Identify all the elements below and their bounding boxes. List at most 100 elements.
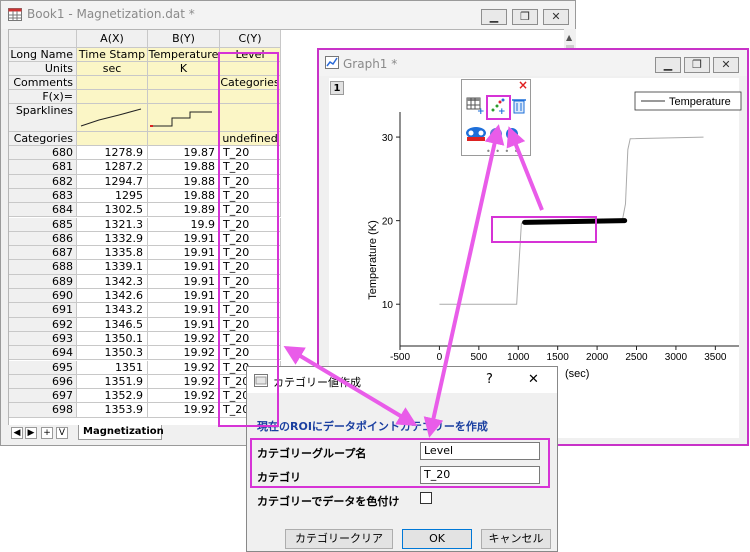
table-cell-a[interactable]: 1342.3: [77, 274, 148, 289]
row-number[interactable]: 691: [9, 303, 77, 318]
table-cell-b[interactable]: 19.88: [148, 160, 220, 175]
table-cell-a[interactable]: 1343.2: [77, 303, 148, 318]
table-cell-a[interactable]: 1339.1: [77, 260, 148, 275]
help-button[interactable]: ?: [486, 372, 493, 387]
scroll-up-icon[interactable]: ▲: [566, 33, 572, 42]
row-label-comments[interactable]: Comments: [9, 76, 77, 90]
meta-categories-b[interactable]: [148, 132, 220, 146]
row-number[interactable]: 686: [9, 231, 77, 247]
table-cell-b[interactable]: 19.91: [148, 289, 220, 304]
row-number[interactable]: 680: [9, 146, 77, 161]
row-number[interactable]: 688: [9, 260, 77, 275]
table-cell-a[interactable]: 1351: [77, 360, 148, 375]
table-cell-b[interactable]: 19.91: [148, 317, 220, 332]
table-cell-b[interactable]: 19.92: [148, 331, 220, 347]
tab-first-icon[interactable]: ◀: [11, 427, 23, 439]
workbook-titlebar[interactable]: Book1 - Magnetization.dat * ▁ ❐ ✕: [1, 1, 575, 29]
meta-long-name-a[interactable]: Time Stamp: [77, 48, 148, 62]
row-number[interactable]: 696: [9, 374, 77, 390]
row-number[interactable]: 683: [9, 188, 77, 204]
table-cell-a[interactable]: 1346.5: [77, 317, 148, 332]
row-number[interactable]: 692: [9, 317, 77, 332]
table-cell-b[interactable]: 19.88: [148, 188, 220, 204]
table-cell-b[interactable]: 19.92: [148, 346, 220, 361]
table-cell-b[interactable]: 19.9: [148, 217, 220, 232]
table-cell-a[interactable]: 1352.9: [77, 389, 148, 404]
clear-category-button[interactable]: カテゴリークリア: [285, 529, 393, 549]
tab-magnetization[interactable]: Magnetization: [78, 425, 164, 440]
meta-comments-b[interactable]: [148, 76, 220, 90]
table-cell-b[interactable]: 19.92: [148, 389, 220, 404]
table-add-icon[interactable]: +: [466, 97, 484, 115]
tab-prev-icon[interactable]: ▶: [25, 427, 37, 439]
row-number[interactable]: 682: [9, 174, 77, 189]
close-button[interactable]: ✕: [543, 9, 569, 25]
settings-icon[interactable]: [488, 125, 528, 143]
row-label-units[interactable]: Units: [9, 62, 77, 76]
table-cell-b[interactable]: 19.91: [148, 246, 220, 261]
table-cell-a[interactable]: 1350.1: [77, 331, 148, 347]
table-cell-b[interactable]: 19.91: [148, 231, 220, 247]
table-cell-a[interactable]: 1321.3: [77, 217, 148, 232]
tab-list-icon[interactable]: V: [56, 427, 68, 439]
table-cell-b[interactable]: 19.92: [148, 360, 220, 375]
delete-icon[interactable]: [511, 97, 527, 115]
toolbar-close-icon[interactable]: ×: [518, 78, 528, 92]
table-cell-a[interactable]: 1295: [77, 188, 148, 204]
row-number[interactable]: 689: [9, 274, 77, 289]
cancel-button[interactable]: キャンセル: [481, 529, 551, 549]
row-number[interactable]: 685: [9, 217, 77, 232]
table-cell-a[interactable]: 1342.6: [77, 289, 148, 304]
row-label-categories[interactable]: Categories: [9, 132, 77, 146]
row-number[interactable]: 684: [9, 203, 77, 218]
row-number[interactable]: 694: [9, 346, 77, 361]
row-number[interactable]: 687: [9, 246, 77, 261]
meta-sparklines-a[interactable]: [77, 104, 148, 132]
column-header-b[interactable]: B(Y): [148, 30, 220, 48]
color-by-category-checkbox[interactable]: [420, 492, 432, 504]
dialog-titlebar[interactable]: カテゴリー値作成 ? ✕: [247, 367, 557, 393]
table-cell-b[interactable]: 19.88: [148, 174, 220, 189]
table-cell-a[interactable]: 1335.8: [77, 246, 148, 261]
meta-categories-a[interactable]: [77, 132, 148, 146]
minimize-button[interactable]: ▁: [481, 9, 507, 25]
column-header-a[interactable]: A(X): [77, 30, 148, 48]
toolbar-more-icon[interactable]: • • • •: [486, 147, 520, 156]
table-cell-b[interactable]: 19.91: [148, 260, 220, 275]
table-cell-a[interactable]: 1350.3: [77, 346, 148, 361]
row-number[interactable]: 681: [9, 160, 77, 175]
meta-fx-b[interactable]: [148, 90, 220, 104]
corner-cell[interactable]: [9, 30, 77, 48]
table-cell-a[interactable]: 1332.9: [77, 231, 148, 247]
row-label-long-name[interactable]: Long Name: [9, 48, 77, 62]
meta-long-name-b[interactable]: Temperature: [148, 48, 220, 62]
table-cell-b[interactable]: 19.92: [148, 374, 220, 390]
row-number[interactable]: 697: [9, 389, 77, 404]
table-cell-b[interactable]: 19.91: [148, 303, 220, 318]
row-number[interactable]: 698: [9, 403, 77, 418]
table-cell-b[interactable]: 19.92: [148, 403, 220, 418]
column-header-c[interactable]: C(Y): [220, 30, 281, 48]
row-label-sparklines[interactable]: Sparklines: [9, 104, 77, 132]
table-cell-b[interactable]: 19.89: [148, 203, 220, 218]
row-label-fx[interactable]: F(x)=: [9, 90, 77, 104]
row-number[interactable]: 695: [9, 360, 77, 375]
table-cell-a[interactable]: 1351.9: [77, 374, 148, 390]
meta-units-b[interactable]: K: [148, 62, 220, 76]
meta-units-a[interactable]: sec: [77, 62, 148, 76]
table-cell-a[interactable]: 1278.9: [77, 146, 148, 161]
ok-button[interactable]: OK: [402, 529, 472, 549]
dialog-close-button[interactable]: ✕: [528, 372, 539, 387]
row-number[interactable]: 690: [9, 289, 77, 304]
table-cell-a[interactable]: 1353.9: [77, 403, 148, 418]
restore-button[interactable]: ❐: [512, 9, 538, 25]
row-number[interactable]: 693: [9, 331, 77, 347]
meta-sparklines-b[interactable]: [148, 104, 220, 132]
table-cell-a[interactable]: 1294.7: [77, 174, 148, 189]
table-cell-a[interactable]: 1302.5: [77, 203, 148, 218]
tab-add-icon[interactable]: +: [41, 427, 53, 439]
meta-comments-a[interactable]: [77, 76, 148, 90]
table-cell-b[interactable]: 19.87: [148, 146, 220, 161]
mask-icon[interactable]: [465, 125, 487, 143]
meta-fx-a[interactable]: [77, 90, 148, 104]
